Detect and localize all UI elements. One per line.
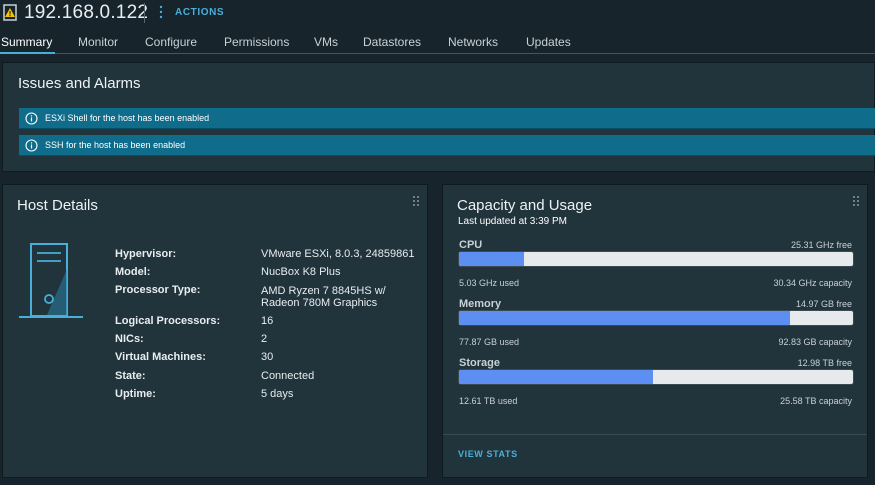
storage-free: 12.98 TB free	[797, 358, 852, 368]
view-stats-link[interactable]: VIEW STATS	[458, 449, 518, 459]
memory-used: 77.87 GB used	[459, 337, 520, 347]
tab-summary[interactable]: Summary	[1, 35, 52, 49]
drag-handle-icon[interactable]	[412, 195, 420, 207]
info-icon	[25, 139, 38, 152]
memory-free: 14.97 GB free	[795, 299, 852, 309]
page-title: 192.168.0.122	[24, 2, 149, 23]
server-host-icon	[19, 243, 83, 318]
tab-vms[interactable]: VMs	[314, 35, 338, 49]
virtual-machines-value: 30	[261, 351, 274, 363]
tab-configure[interactable]: Configure	[145, 35, 197, 49]
cpu-usage-bar	[458, 251, 854, 267]
model-label: Model:	[115, 266, 151, 278]
tab-updates[interactable]: Updates	[526, 35, 571, 49]
processor-type-value: AMD Ryzen 7 8845HS w/ Radeon 780M Graphi…	[261, 285, 386, 309]
storage-capacity: 25.58 TB capacity	[780, 396, 852, 406]
state-label: State:	[115, 370, 146, 382]
actions-button[interactable]: ACTIONS	[175, 7, 224, 18]
nics-label: NICs:	[115, 333, 144, 345]
memory-usage-bar	[458, 310, 854, 326]
issues-alarms-card: Issues and Alarms ESXi Shell for the hos…	[2, 62, 875, 172]
card-footer-divider	[443, 434, 867, 435]
uptime-label: Uptime:	[115, 388, 156, 400]
last-updated-text: Last updated at 3:39 PM	[458, 216, 567, 227]
tab-monitor[interactable]: Monitor	[78, 35, 118, 49]
header-divider	[144, 3, 145, 23]
storage-usage-bar	[458, 369, 854, 385]
alert-text: ESXi Shell for the host has been enabled	[45, 113, 210, 123]
tab-datastores[interactable]: Datastores	[363, 35, 421, 49]
issues-title: Issues and Alarms	[18, 75, 141, 92]
alert-banner-esxi-shell[interactable]: ESXi Shell for the host has been enabled	[19, 108, 875, 129]
tab-bar: Summary Monitor Configure Permissions VM…	[0, 32, 875, 54]
hypervisor-label: Hypervisor:	[115, 248, 177, 260]
state-value: Connected	[261, 370, 315, 382]
model-value: NucBox K8 Plus	[261, 266, 341, 278]
cpu-usage-fill	[459, 252, 525, 266]
nics-value: 2	[261, 333, 268, 345]
info-icon	[25, 112, 38, 125]
processor-type-label: Processor Type:	[115, 284, 201, 296]
page-header: 192.168.0.122 ACTIONS	[0, 0, 875, 28]
kebab-menu-icon[interactable]	[158, 5, 164, 19]
storage-used: 12.61 TB used	[459, 396, 518, 406]
logical-processors-label: Logical Processors:	[115, 315, 221, 327]
memory-usage-fill	[459, 311, 790, 325]
tab-networks[interactable]: Networks	[448, 35, 498, 49]
memory-label: Memory	[459, 298, 502, 310]
storage-label: Storage	[459, 357, 500, 369]
cpu-label: CPU	[459, 239, 483, 251]
virtual-machines-label: Virtual Machines:	[115, 351, 206, 363]
alert-text: SSH for the host has been enabled	[45, 140, 186, 150]
alert-banner-ssh[interactable]: SSH for the host has been enabled	[19, 135, 875, 156]
drag-handle-icon[interactable]	[852, 195, 860, 207]
host-warning-icon	[3, 4, 17, 21]
active-tab-indicator	[0, 52, 55, 54]
cpu-used: 5.03 GHz used	[459, 278, 520, 288]
cpu-free: 25.31 GHz free	[790, 240, 852, 250]
memory-capacity: 92.83 GB capacity	[778, 337, 852, 347]
capacity-title: Capacity and Usage	[457, 197, 593, 214]
cpu-capacity: 30.34 GHz capacity	[773, 278, 852, 288]
uptime-value: 5 days	[261, 388, 294, 400]
logical-processors-value: 16	[261, 315, 274, 327]
host-details-title: Host Details	[17, 197, 98, 214]
host-details-card: Host Details Hypervisor: VMware ESXi, 8.…	[2, 184, 428, 478]
hypervisor-value: VMware ESXi, 8.0.3, 24859861	[261, 248, 415, 260]
storage-usage-fill	[459, 370, 654, 384]
tab-permissions[interactable]: Permissions	[224, 35, 289, 49]
capacity-usage-card: Capacity and Usage Last updated at 3:39 …	[442, 184, 868, 478]
